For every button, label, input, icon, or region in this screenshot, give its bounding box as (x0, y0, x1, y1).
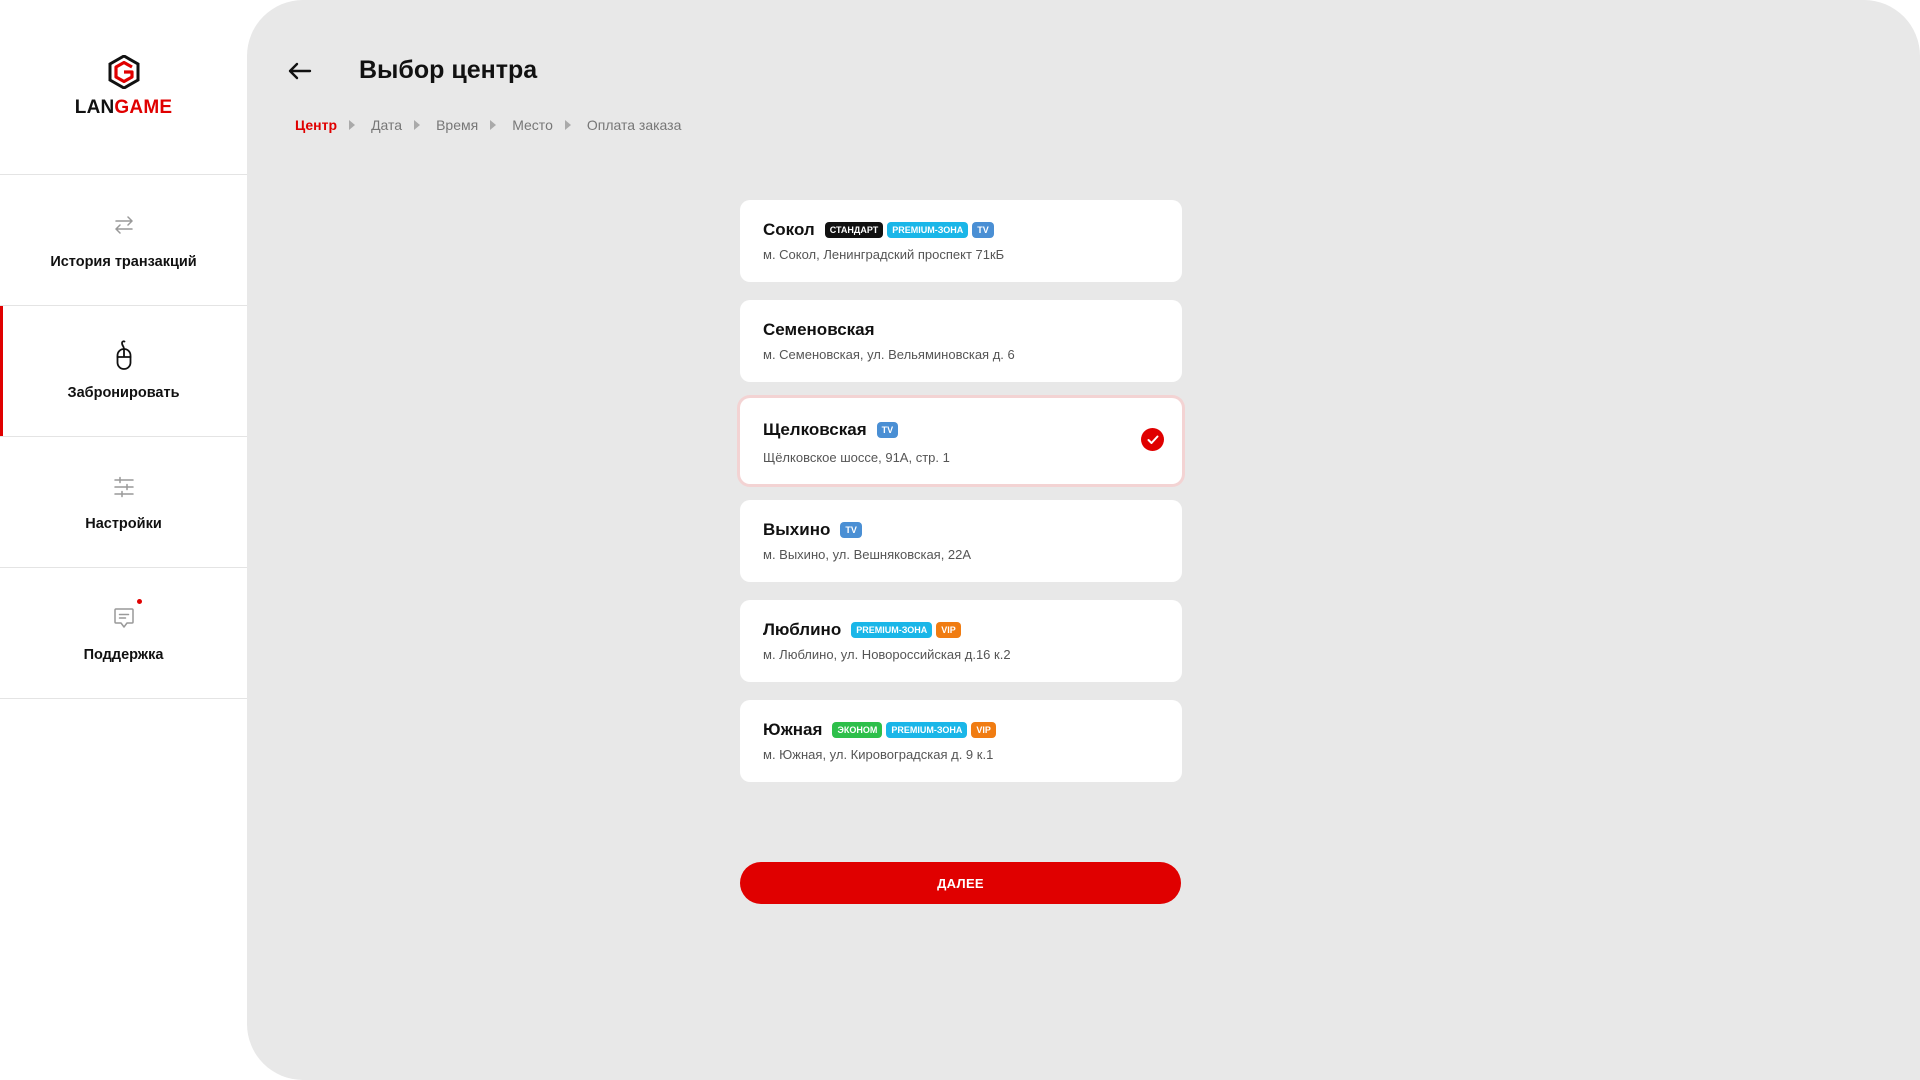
center-card-header: Щелковская tv (763, 419, 1160, 441)
center-address: м. Южная, ул. Кировоградская д. 9 к.1 (763, 747, 994, 762)
logo-text-lan: LAN (74, 97, 115, 118)
center-card[interactable]: Люблино premium-зона vip м. Люблино, ул. Но… (740, 600, 1182, 682)
arrow-left-icon (288, 62, 312, 79)
center-card[interactable]: Щелковская tv Щёлковское шоссе, 91А, стр. … (740, 398, 1182, 484)
sidebar: LANGAME История транзакций Забронировать (0, 0, 247, 1080)
center-badge: tv (876, 422, 899, 438)
breadcrumb-step-time[interactable]: Время (436, 117, 478, 133)
checkmark-icon (1141, 428, 1164, 451)
sliders-icon (109, 472, 139, 502)
center-badge: premium-зона (887, 222, 969, 238)
page-title: Выбор центра (359, 56, 538, 84)
center-card-header: Выхино tv (763, 519, 1160, 541)
chat-icon (109, 599, 142, 633)
center-card-header: Семеновская (763, 319, 1160, 341)
breadcrumb-chevron-icon (564, 120, 571, 130)
center-address: м. Семеновская, ул. Вельяминовская д. 6 (763, 347, 1015, 362)
center-name: Южная (763, 720, 823, 739)
sidebar-item-settings[interactable]: Настройки (0, 437, 247, 568)
center-badge: tv (972, 222, 994, 238)
center-badge: tv (840, 522, 862, 538)
main-panel: Выбор центра Центр Дата Время Место Опла… (247, 0, 1920, 1080)
center-badge: premium-зона (851, 622, 933, 638)
sidebar-item-label: История транзакций (50, 254, 197, 270)
langame-logo-icon (108, 55, 139, 89)
center-address: м. Сокол, Ленинградский проспект 71кБ (763, 247, 1005, 262)
sidebar-item-label: Забронировать (67, 385, 180, 401)
center-card-header: Люблино premium-зона vip (763, 619, 1160, 641)
center-card[interactable]: Семеновская м. Семеновская, ул. Вельямино… (740, 300, 1182, 382)
center-card[interactable]: Южная эконом premium-зона vip м. Южная, ул. … (740, 700, 1182, 782)
sidebar-item-label: Настройки (85, 516, 162, 532)
center-badge: стандарт (824, 222, 884, 238)
center-name: Выхино (763, 520, 831, 539)
brand-logo[interactable]: LANGAME (0, 0, 247, 175)
sidebar-item-transactions[interactable]: История транзакций (0, 175, 247, 306)
center-list: Сокол стандарт premium-зона tv м. Сокол, Лен… (740, 200, 1182, 800)
page-header: Выбор центра (287, 56, 537, 85)
next-button[interactable]: ДАЛЕЕ (740, 862, 1181, 904)
center-badge: эконом (832, 722, 883, 738)
center-address: м. Люблино, ул. Новороссийская д.16 к.2 (763, 647, 1011, 662)
breadcrumb-chevron-icon (414, 120, 421, 130)
breadcrumb-chevron-icon (349, 120, 356, 130)
sidebar-item-support[interactable]: Поддержка (0, 568, 247, 699)
notification-dot (136, 599, 142, 604)
breadcrumb-step-center[interactable]: Центр (295, 117, 337, 133)
center-badge: vip (936, 622, 961, 638)
center-address: м. Выхино, ул. Вешняковская, 22А (763, 547, 972, 562)
logo-text-game: GAME (114, 97, 173, 118)
back-button[interactable] (287, 58, 313, 84)
center-address: Щёлковское шоссе, 91А, стр. 1 (763, 450, 950, 465)
center-card-header: Сокол стандарт premium-зона tv (763, 219, 1160, 241)
sidebar-item-label: Поддержка (83, 647, 164, 663)
logo-text: LANGAME (75, 97, 172, 119)
center-name: Люблино (763, 620, 842, 639)
center-name: Сокол (763, 220, 815, 239)
sidebar-item-book[interactable]: Забронировать (0, 306, 247, 437)
center-badge: premium-зона (886, 722, 968, 738)
breadcrumb-step-payment[interactable]: Оплата заказа (587, 117, 682, 133)
mouse-icon (109, 340, 139, 371)
center-card[interactable]: Выхино tv м. Выхино, ул. Вешняковская, 22А (740, 500, 1182, 582)
center-card[interactable]: Сокол стандарт premium-зона tv м. Сокол, Лен… (740, 200, 1182, 282)
breadcrumb-step-date[interactable]: Дата (371, 117, 402, 133)
center-name: Семеновская (763, 320, 875, 339)
breadcrumb-chevron-icon (490, 120, 497, 130)
breadcrumb: Центр Дата Время Место Оплата заказа (295, 117, 681, 133)
center-card-header: Южная эконом premium-зона vip (763, 719, 1160, 741)
transfer-arrows-icon (109, 210, 139, 240)
center-name: Щелковская (763, 420, 867, 439)
center-badge: vip (971, 722, 996, 738)
breadcrumb-step-place[interactable]: Место (512, 117, 553, 133)
